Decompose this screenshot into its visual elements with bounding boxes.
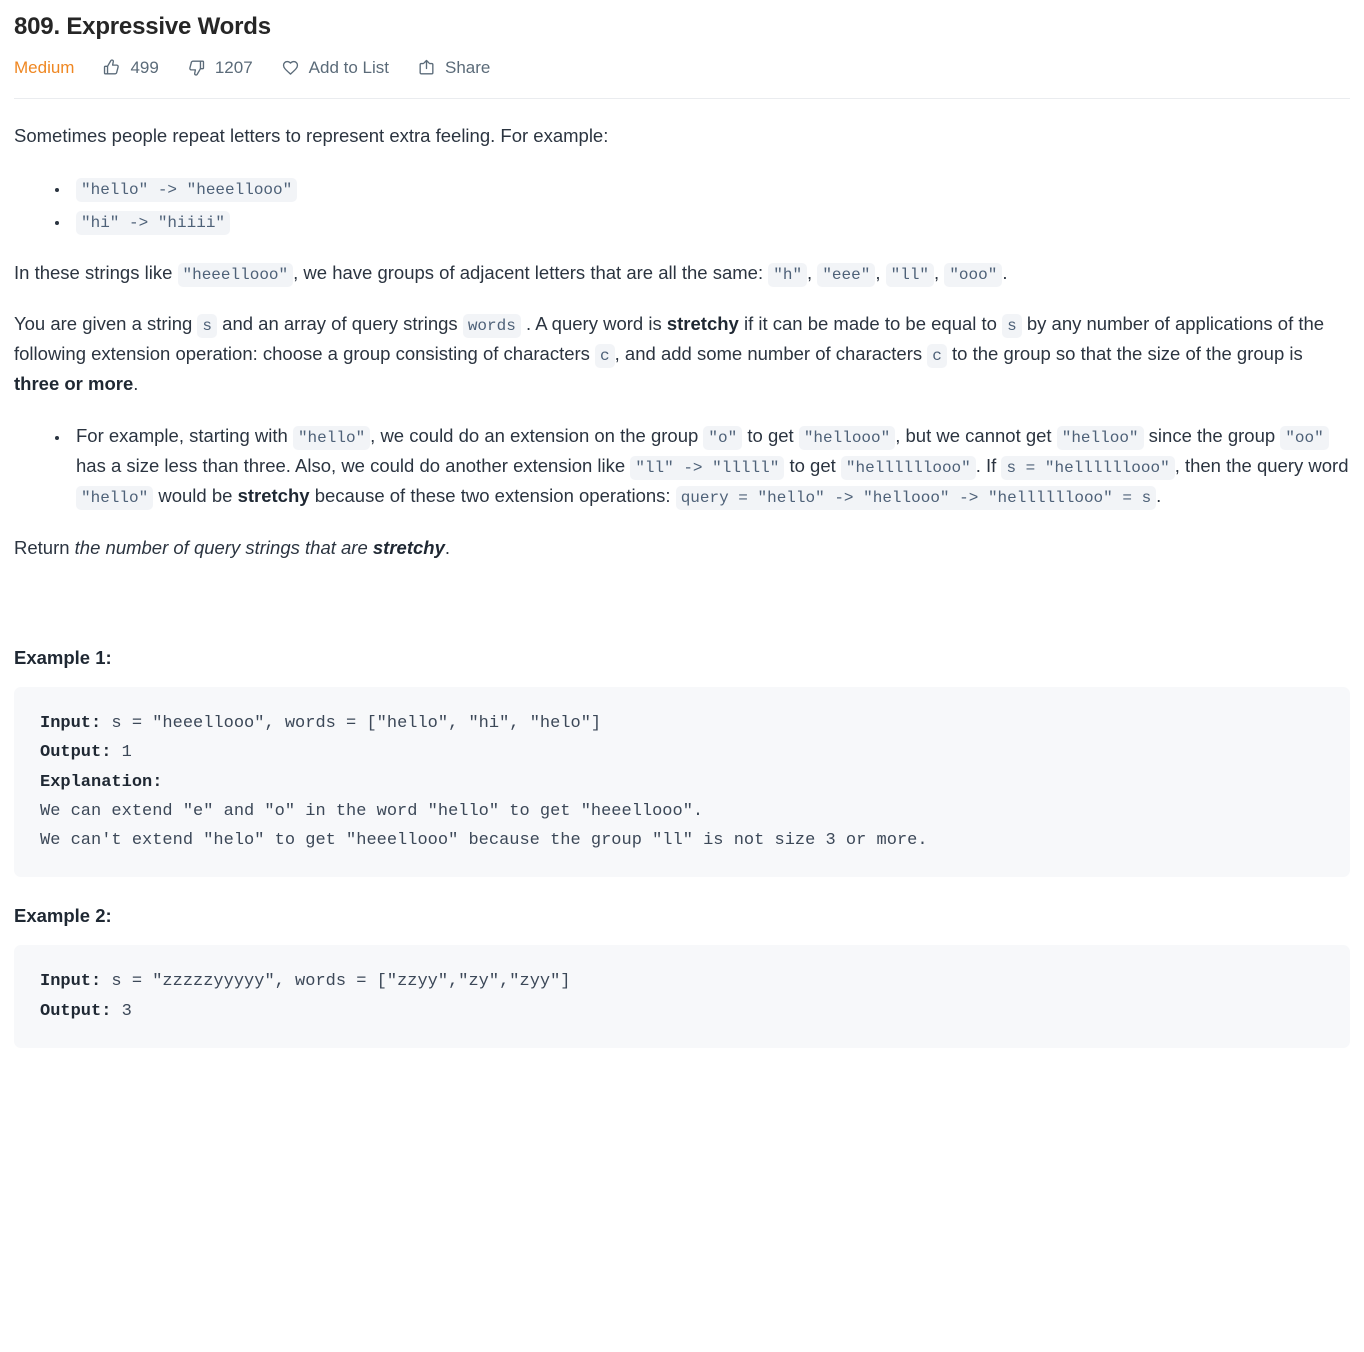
heart-icon	[281, 58, 300, 77]
groups-paragraph: In these strings like "heeellooo", we ha…	[14, 258, 1350, 288]
problem-meta-row: Medium 499 1207 Add to List Share	[14, 44, 1350, 98]
groups-code-heeellooo: "heeellooo"	[177, 262, 294, 287]
definition-text-7: to the group so that the size of the gro…	[952, 343, 1303, 365]
add-to-list-label: Add to List	[308, 58, 389, 78]
exb-t4: , but we cannot get	[895, 425, 1052, 447]
list-item: "hi" -> "hiiii"	[70, 206, 1350, 236]
share-icon	[417, 58, 436, 77]
exb-code-ll-extension: "ll" -> "lllll"	[630, 456, 785, 481]
example-1-explanation-line-1: We can extend "e" and "o" in the word "h…	[40, 801, 704, 821]
example-1-input-label: Input:	[40, 714, 102, 734]
example-1-heading: Example 1:	[14, 647, 112, 669]
exb-t11: because of these two extension operation…	[314, 485, 671, 507]
exb-code-helloo: "helloo"	[1056, 426, 1144, 451]
groups-sep-3: ,	[934, 261, 940, 283]
groups-code-h: "h"	[768, 262, 808, 287]
exb-code-hellllllooo: "hellllllooo"	[840, 456, 976, 481]
return-paragraph: Return the number of query strings that …	[14, 533, 1350, 563]
exb-t6: has a size less than three. Also, we cou…	[76, 455, 626, 477]
definition-paragraph: You are given a string s and an array of…	[14, 309, 1350, 399]
definition-text-4: if it can be made to be equal to	[743, 313, 997, 335]
intro-bullet-code-1: "hello" -> "heeellooo"	[76, 177, 298, 202]
intro-paragraph: Sometimes people repeat letters to repre…	[14, 121, 1350, 151]
definition-code-s2: s	[1002, 314, 1022, 339]
intro-bullet-list: "hello" -> "heeellooo" "hi" -> "hiiii"	[14, 173, 1350, 236]
definition-code-c1: c	[595, 344, 615, 369]
example-2-output-value: 3	[111, 1001, 132, 1021]
definition-bold-stretchy: stretchy	[666, 313, 739, 335]
example-2-code: Input: s = "zzzzzyyyyy", words = ["zzyy"…	[14, 945, 1350, 1048]
example-1-code: Input: s = "heeellooo", words = ["hello"…	[14, 687, 1350, 878]
exb-code-s-equals: s = "hellllllooo"	[1001, 456, 1175, 481]
list-item: "hello" -> "heeellooo"	[70, 173, 1350, 203]
definition-text-8: .	[133, 373, 139, 395]
exb-code-query-chain: query = "hello" -> "hellooo" -> "helllll…	[675, 486, 1157, 511]
example-1-output-value: 1	[111, 743, 132, 763]
difficulty-badge[interactable]: Medium	[14, 58, 74, 78]
exb-t12: .	[1156, 485, 1162, 507]
example-bullet-list: For example, starting with "hello", we c…	[14, 421, 1350, 511]
definition-code-words: words	[462, 314, 521, 339]
example-1-input-value: s = "heeellooo", words = ["hello", "hi",…	[101, 714, 602, 734]
exb-t5: since the group	[1148, 425, 1276, 447]
groups-sep-2: ,	[875, 261, 881, 283]
exb-t9: , then the query word	[1174, 455, 1349, 477]
exb-code-hellooo: "hellooo"	[798, 426, 896, 451]
groups-code-ooo: "ooo"	[944, 262, 1003, 287]
return-suffix: .	[444, 537, 451, 559]
groups-sep-1: ,	[807, 261, 813, 283]
example-1-explanation-label: Explanation:	[40, 772, 163, 792]
like-button[interactable]: 499	[102, 58, 159, 78]
example-2-output-label: Output:	[40, 1001, 112, 1021]
thumbs-up-icon	[102, 58, 121, 77]
share-button[interactable]: Share	[417, 58, 490, 77]
add-to-list-button[interactable]: Add to List	[281, 58, 389, 77]
definition-text-3: . A query word is	[525, 313, 662, 335]
definition-code-c2: c	[927, 344, 947, 369]
exb-t7: to get	[789, 455, 836, 477]
exb-code-oo: "oo"	[1280, 426, 1329, 451]
list-item: For example, starting with "hello", we c…	[70, 421, 1350, 511]
exb-code-hello: "hello"	[292, 426, 371, 451]
groups-code-eee: "eee"	[817, 262, 876, 287]
definition-text-6: , and add some number of characters	[614, 343, 923, 365]
return-bold-stretchy: stretchy	[372, 537, 445, 559]
example-2-input-label: Input:	[40, 972, 102, 992]
example-2-block: Example 2: Input: s = "zzzzzyyyyy", word…	[14, 901, 1350, 1048]
exb-t2: , we could do an extension on the group	[370, 425, 699, 447]
problem-description: Sometimes people repeat letters to repre…	[14, 99, 1350, 1048]
example-2-heading: Example 2:	[14, 905, 112, 927]
exb-code-hello-query: "hello"	[76, 486, 154, 511]
exb-t3: to get	[747, 425, 794, 447]
exb-bold-stretchy: stretchy	[237, 485, 310, 507]
definition-text-1: You are given a string	[14, 313, 193, 335]
groups-end: .	[1002, 261, 1008, 283]
intro-text: Sometimes people repeat letters to repre…	[14, 124, 609, 146]
exb-t8: . If	[975, 455, 997, 477]
intro-bullet-code-2: "hi" -> "hiiii"	[76, 210, 231, 235]
example-1-block: Example 1: Input: s = "heeellooo", words…	[14, 643, 1350, 878]
page-title: 809. Expressive Words	[14, 13, 271, 40]
exb-code-o: "o"	[703, 426, 743, 451]
return-italic: the number of query strings that are	[74, 537, 368, 559]
problem-page: 809. Expressive Words Medium 499 1207 Ad…	[0, 0, 1364, 1048]
groups-code-ll: "ll"	[885, 262, 935, 287]
definition-text-2: and an array of query strings	[222, 313, 458, 335]
definition-code-s1: s	[197, 314, 218, 339]
definition-bold-three-or-more: three or more	[14, 373, 134, 395]
share-label: Share	[445, 58, 491, 78]
groups-text-2: , we have groups of adjacent letters tha…	[293, 261, 764, 283]
like-count: 499	[130, 58, 159, 78]
return-prefix: Return	[14, 537, 70, 559]
example-1-output-label: Output:	[40, 743, 112, 763]
example-1-explanation-line-2: We can't extend "helo" to get "heeellooo…	[40, 831, 928, 851]
thumbs-down-icon	[187, 58, 206, 77]
groups-text-1: In these strings like	[14, 261, 173, 283]
exb-t10: would be	[158, 485, 233, 507]
dislike-button[interactable]: 1207	[187, 58, 253, 77]
exb-t1: For example, starting with	[76, 425, 288, 447]
example-2-input-value: s = "zzzzzyyyyy", words = ["zzyy","zy","…	[101, 972, 571, 992]
dislike-count: 1207	[214, 58, 253, 78]
